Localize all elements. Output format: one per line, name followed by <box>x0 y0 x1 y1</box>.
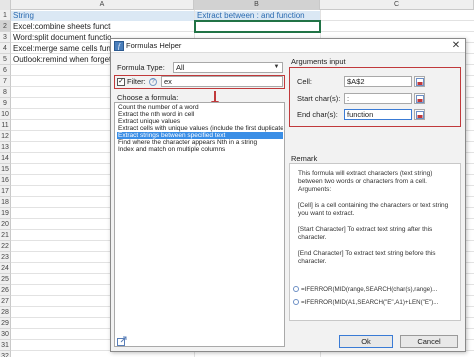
range-select-icon <box>416 78 424 86</box>
row-header[interactable]: 28 <box>0 307 11 318</box>
row-header[interactable]: 11 <box>0 120 11 131</box>
filter-label: Filter: <box>127 77 146 86</box>
row-header[interactable]: 19 <box>0 208 11 219</box>
formula-helper-icon: f <box>114 41 124 51</box>
range-select-icon <box>416 111 424 119</box>
example-text-1: =IFERROR(MID(range,SEARCH(char(s),range)… <box>301 286 438 293</box>
cancel-button[interactable]: Cancel <box>400 335 458 348</box>
row-header[interactable]: 18 <box>0 197 11 208</box>
formulas-helper-dialog: f Formulas Helper ✕ Formula Type: All ▼ … <box>110 38 466 352</box>
row-header[interactable]: 9 <box>0 98 11 109</box>
row-header[interactable]: 3 <box>0 32 11 43</box>
close-icon: ✕ <box>451 40 461 51</box>
select-all-corner[interactable] <box>0 0 11 10</box>
example-formula-1: =IFERROR(MID(range,SEARCH(char(s),range)… <box>293 286 437 294</box>
row-header[interactable]: 27 <box>0 296 11 307</box>
end-range-select-button[interactable] <box>414 109 425 120</box>
cell-input[interactable]: $A$2 <box>344 76 412 87</box>
row-header[interactable]: 25 <box>0 274 11 285</box>
remark-line: you want to extract. <box>298 210 355 217</box>
row-header[interactable]: 26 <box>0 285 11 296</box>
row-header[interactable]: 12 <box>0 131 11 142</box>
formula-list[interactable]: Count the number of a word Extract the n… <box>114 102 285 347</box>
start-chars-input[interactable]: : <box>344 93 412 104</box>
formula-type-value: All <box>176 63 185 72</box>
row-header[interactable]: 23 <box>0 252 11 263</box>
cell-range-select-button[interactable] <box>414 76 425 87</box>
checkmark-icon: ✓ <box>118 78 124 85</box>
ok-button[interactable]: Ok <box>339 335 393 348</box>
dialog-titlebar[interactable]: f Formulas Helper ✕ <box>111 39 465 53</box>
end-chars-label: End char(s): <box>297 110 338 119</box>
column-header-c[interactable]: C <box>320 0 474 10</box>
formula-item-index-match[interactable]: Index and match on multiple columns <box>117 146 283 153</box>
cell-label: Cell: <box>297 77 313 86</box>
row-header[interactable]: 30 <box>0 329 11 340</box>
range-select-icon <box>416 95 424 103</box>
row-header[interactable]: 2 <box>0 21 11 32</box>
row-header[interactable]: 7 <box>0 76 11 87</box>
help-icon[interactable]: ? <box>149 78 157 86</box>
cell-a5[interactable]: Outlook:remind when forget a <box>11 55 111 65</box>
end-chars-input[interactable]: function <box>344 109 412 120</box>
row-header[interactable]: 4 <box>0 43 11 54</box>
formula-item-nth-word[interactable]: Extract the nth word in cell <box>117 111 283 118</box>
formula-item-find-nth-char[interactable]: Find where the character appears Nth in … <box>117 139 283 146</box>
row-header[interactable]: 5 <box>0 54 11 65</box>
remark-line: character. <box>298 258 327 265</box>
formula-type-select[interactable]: All ▼ <box>173 62 283 73</box>
column-header-b[interactable]: B <box>194 0 320 10</box>
row-header[interactable]: 16 <box>0 175 11 186</box>
formula-item-unique-values[interactable]: Extract unique values <box>117 118 283 125</box>
arguments-input-title: Arguments input <box>291 57 346 66</box>
column-header-a[interactable]: A <box>11 0 194 10</box>
remark-line: [End Character] To extract text string b… <box>298 250 436 257</box>
row-header[interactable]: 21 <box>0 230 11 241</box>
row-header[interactable]: 32 <box>0 351 11 357</box>
example-formula-2: =IFERROR(MID(A1,SEARCH("E",A1)+LEN("E").… <box>293 299 438 307</box>
row-header[interactable]: 14 <box>0 153 11 164</box>
remark-line: [Cell] is a cell containing the characte… <box>298 202 449 209</box>
row-header[interactable]: 10 <box>0 109 11 120</box>
chevron-down-icon: ▼ <box>273 64 280 70</box>
cell-a4[interactable]: Excel:merge same cells functio <box>11 44 111 54</box>
row-header[interactable]: 29 <box>0 318 11 329</box>
row-header[interactable]: 31 <box>0 340 11 351</box>
row-header[interactable]: 17 <box>0 186 11 197</box>
remark-line: This formula will extract characters (te… <box>298 170 433 177</box>
cell-a2[interactable]: Excel:combine sheets function <box>11 22 111 32</box>
formula-type-label: Formula Type: <box>117 63 165 72</box>
start-range-select-button[interactable] <box>414 93 425 104</box>
remark-line: Arguments: <box>298 186 332 193</box>
share-icon[interactable] <box>117 336 127 346</box>
example-icon <box>293 299 299 306</box>
remark-panel: This formula will extract characters (te… <box>289 163 461 321</box>
cell-a1[interactable]: String <box>11 11 194 21</box>
row-header[interactable]: 6 <box>0 65 11 76</box>
example-icon <box>293 286 299 293</box>
row-header[interactable]: 1 <box>0 10 11 21</box>
remark-line: [Start Character] To extract text string… <box>298 226 433 233</box>
remark-line: character. <box>298 234 327 241</box>
remark-line: between two words or characters from a c… <box>298 178 427 185</box>
close-button[interactable]: ✕ <box>449 40 463 52</box>
row-header[interactable]: 13 <box>0 142 11 153</box>
row-header[interactable]: 20 <box>0 219 11 230</box>
row-header[interactable]: 8 <box>0 87 11 98</box>
active-cell-b2[interactable] <box>194 20 321 33</box>
filter-checkbox[interactable]: ✓ <box>117 78 125 86</box>
formula-item-count-word[interactable]: Count the number of a word <box>117 104 283 111</box>
dialog-title: Formulas Helper <box>126 41 182 50</box>
row-header[interactable]: 15 <box>0 164 11 175</box>
cell-a3[interactable]: Word:split document function <box>11 33 111 43</box>
example-text-2: =IFERROR(MID(A1,SEARCH("E",A1)+LEN("E").… <box>301 299 439 306</box>
row-header[interactable]: 22 <box>0 241 11 252</box>
row-header[interactable]: 24 <box>0 263 11 274</box>
start-chars-label: Start char(s): <box>297 94 341 103</box>
formula-item-strings-between[interactable]: Extract strings between specified text <box>117 132 283 139</box>
filter-input[interactable]: ex <box>161 76 283 87</box>
formula-item-unique-cells[interactable]: Extract cells with unique values (includ… <box>117 125 283 132</box>
